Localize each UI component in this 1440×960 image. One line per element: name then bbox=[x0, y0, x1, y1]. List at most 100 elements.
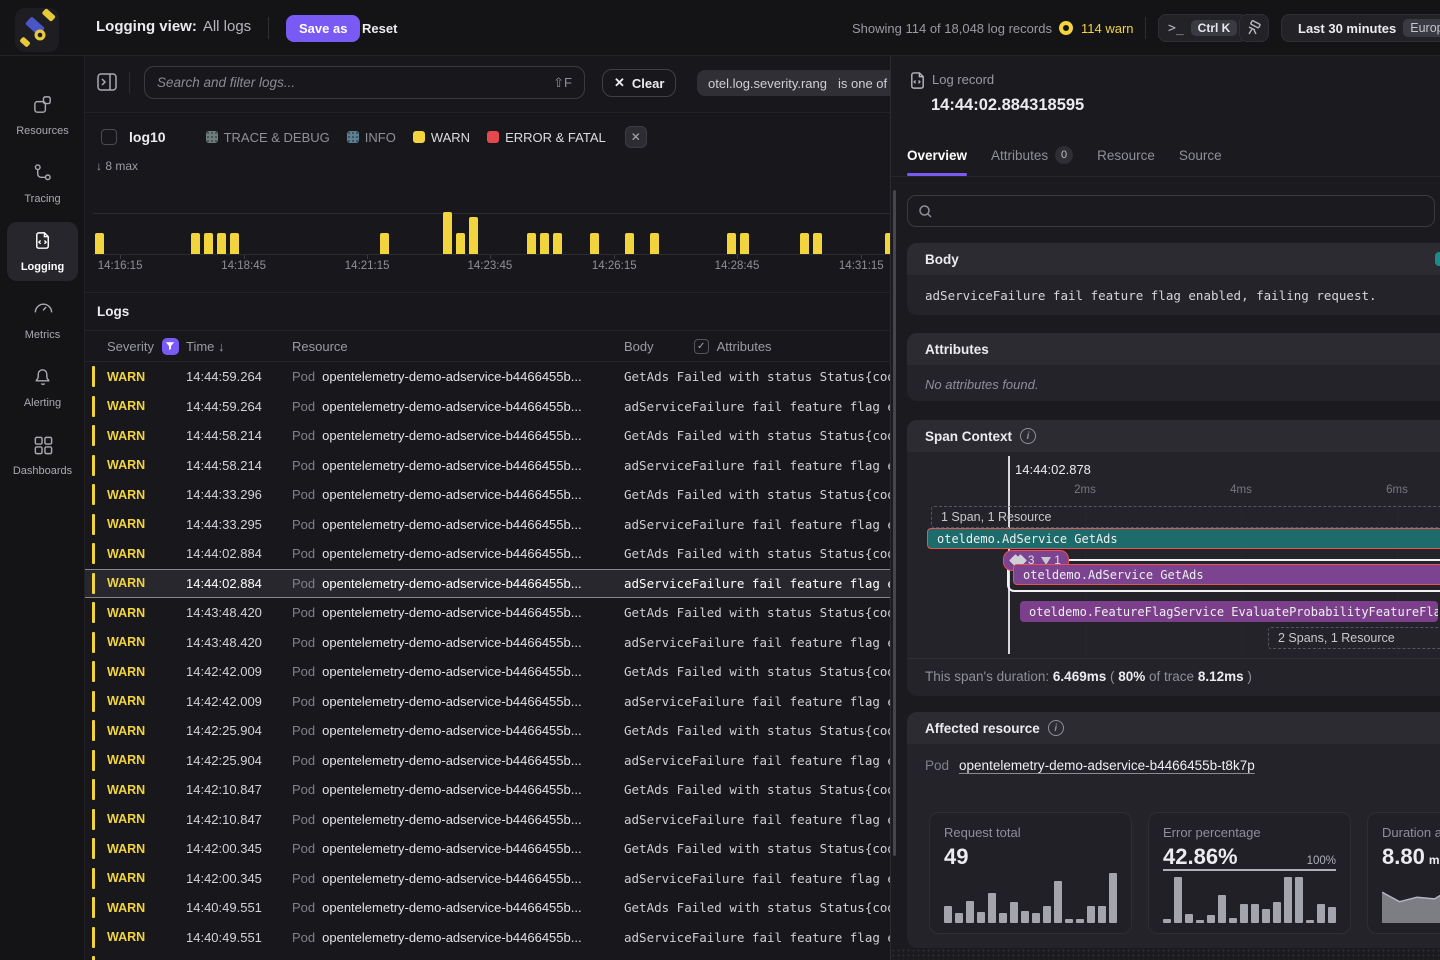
log-histogram[interactable] bbox=[93, 180, 890, 255]
sidebar-item-metrics[interactable]: Metrics bbox=[0, 290, 85, 349]
severity-bar bbox=[92, 720, 95, 741]
table-row[interactable]: WARN14:44:02.884Podopentelemetry-demo-ad… bbox=[85, 569, 890, 599]
time-range-button[interactable]: Last 30 minutes Europ bbox=[1281, 14, 1440, 42]
histogram-bar[interactable] bbox=[443, 212, 452, 254]
histogram-bar[interactable] bbox=[590, 233, 599, 254]
clear-filters-button[interactable]: ✕ Clear bbox=[602, 69, 676, 97]
reset-button[interactable]: Reset bbox=[362, 15, 397, 42]
metric-unit: ms bbox=[1429, 853, 1440, 867]
span-bar-adservice-getads[interactable]: oteldemo.AdService GetAds bbox=[927, 528, 1440, 549]
histogram-bar[interactable] bbox=[204, 233, 213, 254]
sidebar-item-dashboards[interactable]: Dashboards bbox=[0, 426, 85, 485]
resource-cell: Podopentelemetry-demo-adservice-b4466455… bbox=[292, 635, 624, 650]
command-palette-button[interactable]: >_ Ctrl K bbox=[1158, 14, 1247, 42]
table-row[interactable]: WARN14:42:42.009Podopentelemetry-demo-ad… bbox=[85, 687, 890, 717]
table-row[interactable]: WARN14:40:49.551Podopentelemetry-demo-ad… bbox=[85, 923, 890, 953]
detail-search-input[interactable] bbox=[907, 195, 1435, 227]
table-row[interactable]: WARN14:43:48.420Podopentelemetry-demo-ad… bbox=[85, 628, 890, 658]
table-row[interactable]: WARN14:44:02.884Podopentelemetry-demo-ad… bbox=[85, 539, 890, 569]
col-attributes[interactable]: Attributes bbox=[717, 339, 772, 354]
table-row[interactable]: WARN14:43:48.420Podopentelemetry-demo-ad… bbox=[85, 598, 890, 628]
legend-item-error-fatal[interactable]: ERROR & FATAL bbox=[487, 130, 606, 145]
sparkline-bar bbox=[1262, 909, 1270, 923]
histogram-bar[interactable] bbox=[625, 233, 634, 254]
save-as-button[interactable]: Save as bbox=[286, 15, 360, 42]
histogram-bar[interactable] bbox=[553, 233, 562, 254]
table-row[interactable]: WARN14:44:33.296Podopentelemetry-demo-ad… bbox=[85, 480, 890, 510]
tab-attributes[interactable]: Attributes 0 bbox=[991, 146, 1073, 164]
tab-source[interactable]: Source bbox=[1179, 148, 1222, 163]
info-icon[interactable]: i bbox=[1020, 428, 1036, 444]
histogram-bar[interactable] bbox=[527, 233, 536, 254]
attributes-checkbox[interactable]: ✓ bbox=[694, 339, 709, 354]
collapse-panel-button[interactable] bbox=[97, 73, 119, 93]
table-row[interactable]: WARN14:40:49.551Podopentelemetry-demo-ad… bbox=[85, 893, 890, 923]
sidebar-item-logging[interactable]: Logging bbox=[7, 222, 78, 281]
axis-tick bbox=[861, 255, 862, 259]
table-row[interactable]: WARN14:44:58.214Podopentelemetry-demo-ad… bbox=[85, 451, 890, 481]
sidebar-item-tracing[interactable]: Tracing bbox=[0, 154, 85, 213]
legend-item-info[interactable]: INFO bbox=[347, 130, 396, 145]
whats-new-button[interactable] bbox=[1239, 14, 1269, 42]
filter-chip-operator[interactable]: is one of bbox=[827, 70, 890, 96]
app-logo[interactable] bbox=[15, 8, 59, 52]
table-row[interactable]: WARN14:42:00.345Podopentelemetry-demo-ad… bbox=[85, 834, 890, 864]
span-bar-featureflag[interactable]: oteldemo.FeatureFlagService EvaluateProb… bbox=[1020, 601, 1438, 622]
col-resource[interactable]: Resource bbox=[292, 339, 624, 354]
sparkline-bar bbox=[1306, 920, 1314, 923]
table-row[interactable]: WARN14:44:58.214Podopentelemetry-demo-ad… bbox=[85, 421, 890, 451]
metric-card-error-percentage[interactable]: Error percentage42.86%100% bbox=[1148, 812, 1351, 934]
table-row[interactable]: WARN bbox=[85, 952, 890, 960]
severity-cell: WARN bbox=[85, 455, 186, 476]
col-time[interactable]: Time ↓ bbox=[186, 339, 292, 354]
affected-pod-link[interactable]: opentelemetry-demo-adservice-b4466455b-t… bbox=[959, 758, 1255, 773]
histogram-bar[interactable] bbox=[456, 233, 465, 254]
histogram-bar[interactable] bbox=[217, 233, 226, 254]
table-row[interactable]: WARN14:44:59.264Podopentelemetry-demo-ad… bbox=[85, 392, 890, 422]
series-checkbox[interactable] bbox=[101, 129, 117, 145]
severity-bar bbox=[92, 425, 95, 446]
histogram-bar[interactable] bbox=[650, 233, 659, 254]
col-severity[interactable]: Severity bbox=[107, 339, 154, 354]
histogram-bar[interactable] bbox=[740, 233, 749, 254]
table-row[interactable]: WARN14:42:10.847Podopentelemetry-demo-ad… bbox=[85, 775, 890, 805]
legend-item-trace-debug[interactable]: TRACE & DEBUG bbox=[206, 130, 330, 145]
table-row[interactable]: WARN14:42:42.009Podopentelemetry-demo-ad… bbox=[85, 657, 890, 687]
search-input[interactable]: Search and filter logs... ⇧F bbox=[144, 66, 585, 99]
histogram-bar[interactable] bbox=[380, 233, 389, 254]
histogram-bar[interactable] bbox=[540, 233, 549, 254]
severity-cell: WARN bbox=[85, 809, 186, 830]
histogram-bar[interactable] bbox=[727, 233, 736, 254]
table-row[interactable]: WARN14:44:59.264Podopentelemetry-demo-ad… bbox=[85, 362, 890, 392]
remove-series-button[interactable]: ✕ bbox=[625, 126, 647, 148]
panel-scrollbar[interactable] bbox=[893, 190, 896, 856]
legend-item-warn[interactable]: WARN bbox=[413, 130, 470, 145]
sparkline-bar bbox=[1207, 915, 1215, 923]
metric-card-request-total[interactable]: Request total49 bbox=[929, 812, 1132, 934]
span-bar-adservice-getads-child[interactable]: oteldemo.AdService GetAds bbox=[1013, 564, 1440, 585]
table-row[interactable]: WARN14:44:33.295Podopentelemetry-demo-ad… bbox=[85, 510, 890, 540]
table-row[interactable]: WARN14:42:10.847Podopentelemetry-demo-ad… bbox=[85, 805, 890, 835]
histogram-bar[interactable] bbox=[469, 217, 478, 254]
table-row[interactable]: WARN14:42:25.904Podopentelemetry-demo-ad… bbox=[85, 746, 890, 776]
table-row[interactable]: WARN14:42:00.345Podopentelemetry-demo-ad… bbox=[85, 864, 890, 894]
histogram-bar[interactable] bbox=[230, 233, 239, 254]
attributes-count-badge: 0 bbox=[1055, 146, 1073, 164]
info-icon[interactable]: i bbox=[1048, 720, 1064, 736]
sidebar-item-alerting[interactable]: Alerting bbox=[0, 358, 85, 417]
tab-overview[interactable]: Overview bbox=[907, 148, 967, 163]
histogram-bar[interactable] bbox=[800, 233, 809, 254]
metric-card-duration-average[interactable]: Duration av8.80ms bbox=[1367, 812, 1440, 934]
col-body[interactable]: Body bbox=[624, 339, 654, 354]
histogram-bar[interactable] bbox=[813, 233, 822, 254]
time-cell: 14:44:59.264 bbox=[186, 369, 292, 384]
histogram-bar[interactable] bbox=[191, 233, 200, 254]
filter-chip-key[interactable]: otel.log.severity.range bbox=[697, 70, 845, 96]
span-group-bottom[interactable]: 2 Spans, 1 Resource bbox=[1268, 627, 1440, 649]
tab-resource[interactable]: Resource bbox=[1097, 148, 1155, 163]
span-group-top[interactable]: 1 Span, 1 Resource bbox=[931, 506, 1440, 528]
histogram-bar[interactable] bbox=[95, 233, 104, 254]
severity-filter-icon[interactable] bbox=[162, 338, 179, 355]
sidebar-item-resources[interactable]: Resources bbox=[0, 86, 85, 145]
table-row[interactable]: WARN14:42:25.904Podopentelemetry-demo-ad… bbox=[85, 716, 890, 746]
